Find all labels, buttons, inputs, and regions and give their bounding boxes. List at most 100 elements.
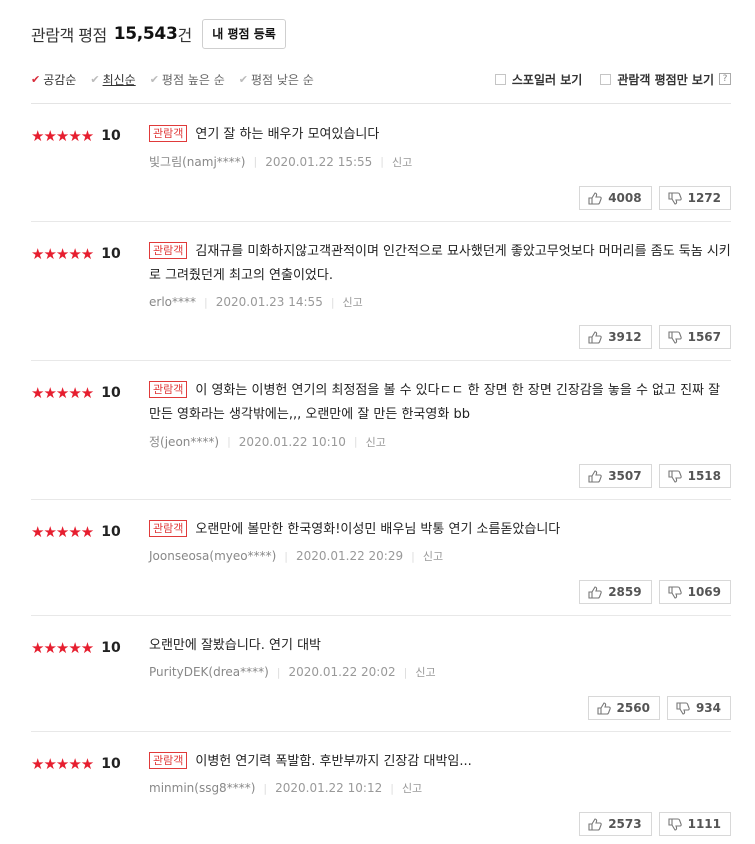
- star-icon: ★★★★★: [31, 523, 94, 541]
- checkbox-icon: [600, 73, 612, 85]
- check-icon: ✔: [90, 72, 100, 86]
- report-link[interactable]: 신고: [415, 664, 435, 680]
- separator: |: [411, 549, 415, 563]
- like-button[interactable]: 2859: [579, 580, 652, 604]
- review-text: 이 영화는 이병헌 연기의 최정점을 볼 수 있다ㄷㄷ 한 장면 한 장면 긴장…: [149, 383, 721, 422]
- sort-high-score[interactable]: ✔ 평점 높은 순: [150, 71, 225, 88]
- review-count: 15,543: [113, 24, 178, 44]
- report-link[interactable]: 신고: [392, 154, 412, 170]
- review-score: 10: [101, 640, 121, 656]
- review-author[interactable]: minmin(ssg8****): [149, 781, 255, 795]
- check-icon: ✔: [238, 72, 248, 86]
- checkbox-icon: [494, 73, 506, 85]
- thumbs-up-icon: [588, 469, 602, 483]
- dislike-button[interactable]: 1111: [658, 812, 731, 836]
- sort-sympathy[interactable]: ✔ 공감순: [31, 71, 76, 88]
- star-icon: ★★★★★: [31, 639, 94, 657]
- register-review-button[interactable]: 내 평점 등록: [202, 19, 286, 49]
- separator: |: [390, 781, 394, 795]
- review-date: 2020.01.22 10:12: [275, 781, 383, 795]
- dislike-button[interactable]: 934: [666, 696, 731, 720]
- check-icon: ✔: [149, 72, 159, 86]
- sort-latest[interactable]: ✔ 최신순: [90, 71, 135, 88]
- review-date: 2020.01.22 20:02: [288, 665, 396, 679]
- like-button[interactable]: 4008: [579, 186, 652, 210]
- viewer-tag: 관람객: [149, 381, 188, 398]
- thumbs-up-icon: [588, 330, 602, 344]
- review-author[interactable]: PurityDEK(drea****): [149, 665, 269, 679]
- sort-bar: ✔ 공감순 ✔ 최신순 ✔ 평점 높은 순 ✔ 평점 낮은 순 스포일러 보기 관람객 …: [31, 69, 731, 89]
- review-list: ★★★★★ 10 관람객 연기 잘 하는 배우가 모여있습니다 빛그림(namj*…: [31, 104, 731, 844]
- dislike-button[interactable]: 1069: [658, 580, 731, 604]
- review-score: 10: [101, 524, 121, 540]
- review-score: 10: [101, 385, 121, 401]
- review-item: ★★★★★ 10 관람객 오랜만에 볼만한 한국영화!이성민 배우님 박통 연기 …: [31, 500, 731, 616]
- separator: |: [204, 295, 208, 309]
- dislike-button[interactable]: 1567: [658, 325, 731, 349]
- review-item: ★★★★★ 10 관람객 김재규를 미화하지않고객관적이며 인간적으로 묘사했던게…: [31, 222, 731, 361]
- review-date: 2020.01.22 20:29: [296, 549, 404, 563]
- thumbs-down-icon: [668, 585, 682, 599]
- review-author[interactable]: 정(jeon****): [149, 433, 219, 450]
- review-title: 관람객 평점: [31, 26, 107, 45]
- spoiler-checkbox[interactable]: 스포일러 보기: [494, 71, 582, 88]
- thumbs-down-icon: [668, 191, 682, 205]
- star-rating: ★★★★★ 10: [31, 755, 121, 773]
- review-score: 10: [101, 128, 121, 144]
- review-score: 10: [101, 246, 121, 262]
- report-link[interactable]: 신고: [423, 548, 443, 564]
- star-rating: ★★★★★ 10: [31, 384, 121, 402]
- separator: |: [276, 665, 281, 679]
- like-button[interactable]: 2560: [587, 696, 660, 720]
- thumbs-down-icon: [668, 817, 682, 831]
- separator: |: [284, 549, 289, 563]
- review-count-unit: 건: [177, 26, 193, 45]
- review-author[interactable]: Joonseosa(myeo****): [149, 549, 276, 563]
- report-link[interactable]: 신고: [366, 434, 386, 450]
- review-score: 10: [101, 756, 121, 772]
- thumbs-up-icon: [596, 701, 611, 715]
- star-rating: ★★★★★ 10: [31, 245, 121, 263]
- star-rating: ★★★★★ 10: [31, 523, 121, 541]
- review-author[interactable]: 빛그림(namj****): [149, 153, 245, 170]
- check-icon: ✔: [31, 72, 41, 86]
- like-button[interactable]: 3507: [579, 464, 652, 488]
- thumbs-up-icon: [588, 817, 602, 831]
- thumbs-down-icon: [668, 330, 682, 344]
- help-icon[interactable]: ?: [719, 73, 731, 85]
- separator: |: [353, 435, 358, 448]
- separator: |: [253, 155, 258, 168]
- separator: |: [330, 295, 335, 309]
- dislike-button[interactable]: 1518: [658, 464, 731, 488]
- viewer-tag: 관람객: [149, 242, 188, 259]
- review-panel: 관람객 평점 15,543 건 내 평점 등록 ✔ 공감순 ✔ 최신순 ✔ 평점 높은…: [0, 0, 755, 844]
- dislike-button[interactable]: 1272: [658, 186, 731, 210]
- sort-low-score[interactable]: ✔ 평점 낮은 순: [239, 71, 314, 88]
- report-link[interactable]: 신고: [343, 294, 363, 310]
- viewer-tag: 관람객: [149, 520, 188, 537]
- star-icon: ★★★★★: [31, 245, 94, 263]
- review-header: 관람객 평점 15,543 건 내 평점 등록: [31, 18, 286, 50]
- thumbs-down-icon: [668, 469, 682, 483]
- star-icon: ★★★★★: [31, 127, 94, 145]
- review-item: ★★★★★ 10 관람객 이 영화는 이병헌 연기의 최정점을 볼 수 있다ㄷㄷ …: [31, 361, 731, 500]
- review-text: 오랜만에 잘봤습니다. 연기 대박: [149, 638, 322, 653]
- viewer-only-checkbox[interactable]: 관람객 평점만 보기?: [600, 71, 731, 88]
- separator: |: [403, 665, 408, 679]
- star-rating: ★★★★★ 10: [31, 639, 121, 657]
- separator: |: [263, 781, 268, 795]
- like-button[interactable]: 3912: [579, 325, 652, 349]
- review-item: ★★★★★ 10 오랜만에 잘봤습니다. 연기 대박 PurityDEK(dre…: [31, 616, 731, 732]
- viewer-tag: 관람객: [149, 752, 188, 769]
- star-icon: ★★★★★: [31, 755, 94, 773]
- review-author[interactable]: erlo****: [149, 295, 196, 309]
- review-text: 오랜만에 볼만한 한국영화!이성민 배우님 박통 연기 소름돋았습니다: [195, 522, 561, 537]
- report-link[interactable]: 신고: [402, 780, 422, 796]
- review-item: ★★★★★ 10 관람객 연기 잘 하는 배우가 모여있습니다 빛그림(namj*…: [31, 104, 731, 222]
- review-date: 2020.01.22 15:55: [265, 154, 373, 169]
- review-item: ★★★★★ 10 관람객 이병헌 연기력 폭발함. 후반부까지 긴장감 대박임..…: [31, 732, 731, 844]
- review-text: 연기 잘 하는 배우가 모여있습니다: [195, 127, 380, 142]
- viewer-tag: 관람객: [149, 125, 188, 142]
- review-date: 2020.01.23 14:55: [215, 295, 323, 309]
- like-button[interactable]: 2573: [579, 812, 652, 836]
